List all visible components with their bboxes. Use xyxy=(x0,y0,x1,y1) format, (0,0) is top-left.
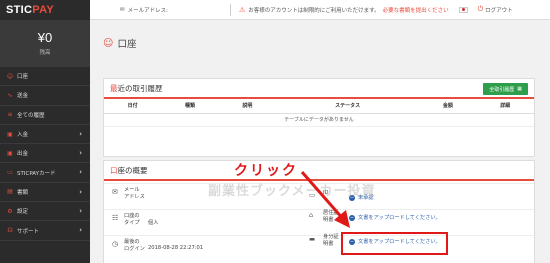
row-key: メール アドレス xyxy=(124,187,145,200)
table-icon: ▦ xyxy=(517,86,522,92)
sidebar-item-8[interactable]: ☊ サポート › xyxy=(0,221,90,241)
headset-icon: ☊ xyxy=(7,227,13,235)
table-row: テーブルにデータがありません xyxy=(104,113,534,127)
sidebar-item-label: 口座 xyxy=(17,74,29,81)
sidebar-item-label: 全ての履歴 xyxy=(17,112,45,119)
person-icon: ☺ xyxy=(103,37,114,49)
logo-suffix: PAY xyxy=(32,4,54,16)
column-header[interactable]: 説明 xyxy=(218,99,277,114)
sidebar-item-label: 出金 xyxy=(17,151,29,158)
sidebar-item-0[interactable]: ☺ 口座 xyxy=(0,67,90,87)
topbar: ✉ メールアドレス: ⚠ お客様のアカウントは制限的にご利用いただけます。 必要… xyxy=(90,0,550,20)
column-header[interactable]: 詳細 xyxy=(476,99,534,114)
sidebar-item-label: サポート xyxy=(17,228,40,235)
email-display: ✉ メールアドレス: xyxy=(120,6,168,14)
balance-panel: ¥0 残高 xyxy=(0,20,90,67)
sidebar-item-label: 送金 xyxy=(17,93,29,100)
row-value: 2018-08-28 22:27:01 xyxy=(148,245,204,251)
sidebar-item-3[interactable]: ▣ 入金 › xyxy=(0,125,90,145)
sidebar-item-label: STICPAYカード xyxy=(17,170,56,177)
warning-text: お客様のアカウントは制限的にご利用いただけます。 xyxy=(248,7,380,14)
all-transactions-label: 全取引履歴 xyxy=(489,86,515,93)
list-icon: ≡ xyxy=(7,111,13,119)
balance-amount: ¥0 xyxy=(37,30,53,45)
power-icon: ⏻ xyxy=(477,5,484,13)
chevron-right-icon: › xyxy=(79,207,82,216)
divider xyxy=(229,3,231,16)
sidebar-item-4[interactable]: ▣ 出金 › xyxy=(0,144,90,164)
chevron-right-icon: › xyxy=(79,129,82,138)
column-header[interactable]: ステータス xyxy=(276,99,420,114)
japan-flag-icon[interactable] xyxy=(458,6,468,13)
chevron-right-icon: › xyxy=(79,149,82,158)
logout-label: ログアウト xyxy=(485,7,513,14)
recent-transactions-panel: 最近の取引履歴 全取引履歴 ▦ 日付 種類 説明 ステータス 金額 詳細 テーブルにデータ… xyxy=(103,78,535,157)
chevron-right-icon: › xyxy=(79,226,82,235)
logo[interactable]: STIC PAY xyxy=(0,0,90,20)
sidebar-item-7[interactable]: ⚙ 設定 › xyxy=(0,202,90,222)
submit-documents-link[interactable]: 必要な書類を提出ください xyxy=(383,6,449,14)
page-title: ☺ 口座 xyxy=(103,36,137,51)
recent-transactions-header: 最近の取引履歴 全取引履歴 ▦ xyxy=(104,79,534,99)
all-transactions-button[interactable]: 全取引履歴 ▦ xyxy=(483,83,528,95)
column-header[interactable]: 金額 xyxy=(419,99,477,114)
row-value: 個人 xyxy=(148,220,159,226)
balance-label: 残高 xyxy=(39,50,51,56)
upload-document-link[interactable]: − 文書をアップロードしてください。 xyxy=(349,214,441,221)
sidebar-item-label: 設定 xyxy=(17,209,29,216)
sidebar-item-1[interactable]: ∿ 送金 xyxy=(0,86,90,106)
recent-transactions-title: 近の取引履歴 xyxy=(117,83,163,93)
chart-icon: ∿ xyxy=(7,91,13,99)
sidebar-item-label: 書類 xyxy=(17,189,29,196)
warning-icon: ⚠ xyxy=(238,5,246,14)
upload-highlight-box xyxy=(341,232,448,255)
transactions-table: 日付 種類 説明 ステータス 金額 詳細 テーブルにデータがありません xyxy=(104,99,534,127)
annotation-arrow-icon xyxy=(300,171,350,228)
chevron-right-icon: › xyxy=(79,168,82,177)
recent-transactions-title-first: 最 xyxy=(110,83,118,93)
mail-icon: ✉ xyxy=(120,6,125,13)
account-overview-title-first: 口 xyxy=(110,165,118,175)
doc-status-text: 文書をアップロードしてください。 xyxy=(358,215,441,221)
sidebar-item-6[interactable]: ▤ 書類 › xyxy=(0,183,90,203)
clock-icon: ◷ xyxy=(112,240,119,248)
email-label: メールアドレス: xyxy=(127,7,168,14)
chevron-right-icon: › xyxy=(79,187,82,196)
click-annotation: クリック xyxy=(234,163,298,179)
gear-icon: ⚙ xyxy=(7,207,13,215)
column-header[interactable]: 日付 xyxy=(104,99,162,114)
mail-icon: ✉ xyxy=(112,188,118,196)
sidebar-nav: ☺ 口座 ∿ 送金 ≡ 全ての履歴 ▣ 入金 › ▣ 出金 › ▭ STICPAYカード › ▤ 書類 › ⚙ 設定 ›… xyxy=(0,67,90,241)
sidebar-item-5[interactable]: ▭ STICPAYカード › xyxy=(0,163,90,183)
card-icon: ▭ xyxy=(7,169,13,177)
table-header-row: 日付 種類 説明 ステータス 金額 詳細 xyxy=(104,99,534,114)
sidebar-item-2[interactable]: ≡ 全ての履歴 xyxy=(0,106,90,125)
sidebar: STIC PAY ¥0 残高 ☺ 口座 ∿ 送金 ≡ 全ての履歴 ▣ 入金 › ▣ 出金 › ▭ STICP… xyxy=(0,0,90,263)
account-overview-title: 座の概要 xyxy=(117,165,148,175)
logo-prefix: STIC xyxy=(6,4,33,16)
column-header[interactable]: 種類 xyxy=(161,99,219,114)
person-icon: ☺ xyxy=(6,72,14,80)
doc-icon: ▤ xyxy=(7,188,13,196)
empty-table-message: テーブルにデータがありません xyxy=(104,113,534,127)
account-warning: ⚠ お客様のアカウントは制限的にご利用いただけます。 必要な書類を提出ください xyxy=(239,6,449,14)
wallet-icon: ▣ xyxy=(7,149,13,157)
sidebar-item-label: 入金 xyxy=(17,132,29,139)
page-title-text: 口座 xyxy=(117,39,137,50)
logout-button[interactable]: ⏻ ログアウト xyxy=(478,5,513,14)
wallet-icon: ▣ xyxy=(7,130,13,138)
people-icon: ☷ xyxy=(112,214,119,222)
